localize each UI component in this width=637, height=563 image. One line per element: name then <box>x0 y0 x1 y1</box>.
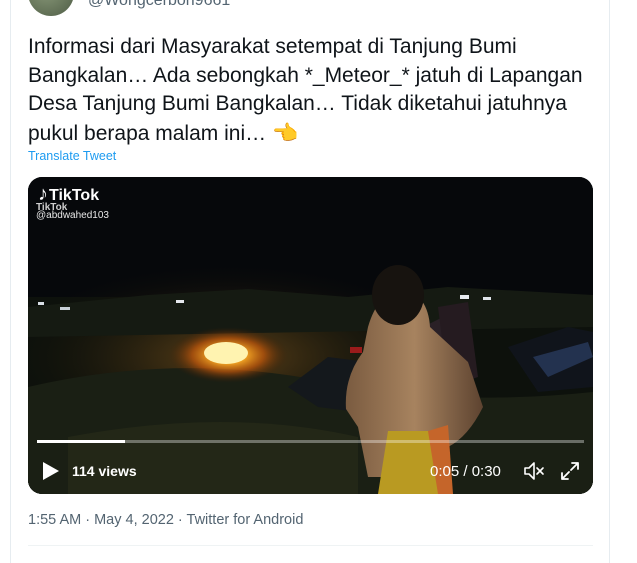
progress-bar[interactable] <box>37 440 584 443</box>
fullscreen-icon[interactable] <box>560 461 580 481</box>
tweet-date[interactable]: May 4, 2022 <box>94 512 174 528</box>
tiktok-username: @abdwahed103 <box>36 210 109 221</box>
translate-tweet-link[interactable]: Translate Tweet <box>28 149 116 163</box>
video-time: 0:05 / 0:30 <box>430 463 501 480</box>
tweet-text: Informasi dari Masyarakat setempat di Ta… <box>28 33 598 148</box>
backhand-index-pointing-left-icon: 👈 <box>271 120 299 145</box>
divider <box>28 545 593 546</box>
volume-icon[interactable] <box>523 461 545 481</box>
user-handle[interactable]: @Wongcerbon9661 <box>88 0 230 10</box>
play-icon[interactable] <box>42 461 60 481</box>
tweet-body: Informasi dari Masyarakat setempat di Ta… <box>28 35 583 145</box>
meta-separator: · <box>173 512 187 528</box>
progress-fill <box>37 440 125 443</box>
tweet-meta: 1:55 AM · May 4, 2022 · Twitter for Andr… <box>28 512 303 528</box>
video-frame <box>28 177 593 494</box>
view-count: 114 views <box>72 463 137 479</box>
tweet-time[interactable]: 1:55 AM <box>28 512 81 528</box>
video-player[interactable]: ♪TikTok TikTok @abdwahed103 114 views 0:… <box>28 177 593 494</box>
meta-separator: · <box>81 512 95 528</box>
tweet-source[interactable]: Twitter for Android <box>187 512 304 528</box>
